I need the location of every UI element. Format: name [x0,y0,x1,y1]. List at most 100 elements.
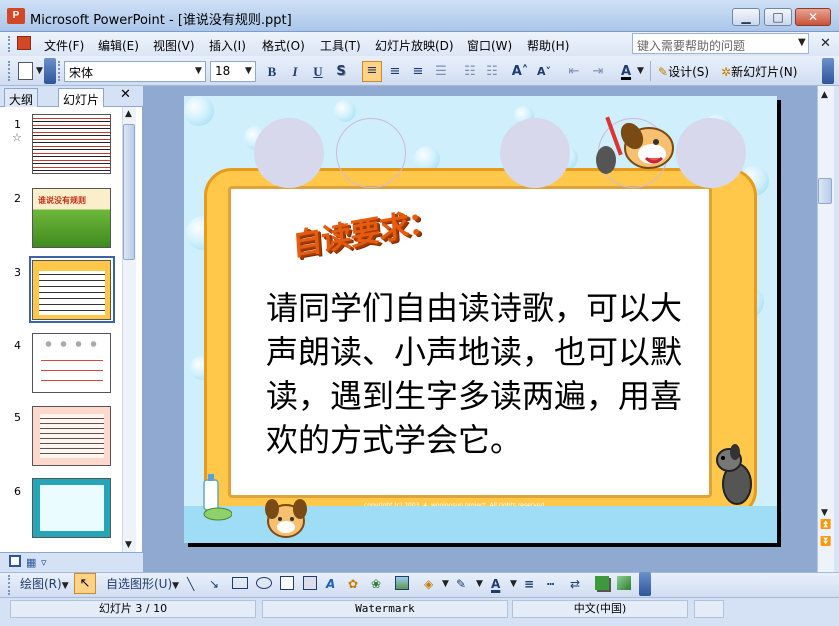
menu-slideshow[interactable]: 幻灯片放映(D) [375,37,454,54]
clipart-icon[interactable]: ❀ [371,575,381,593]
diagram-icon[interactable]: ✿ [348,575,358,593]
maximize-button[interactable]: □ [764,8,792,26]
menu-format[interactable]: 格式(O) [262,37,305,54]
line-color-dropdown-icon[interactable]: ▼ [476,579,483,589]
select-objects-button[interactable]: ↖ [74,573,96,594]
new-dropdown-icon[interactable]: ▼ [36,66,43,76]
shadow-button[interactable]: S [332,63,350,81]
slide-thumbnail-5[interactable] [32,406,111,466]
tab-slides[interactable]: 幻灯片 [58,88,105,107]
menu-insert[interactable]: 插入(I) [209,37,246,54]
slide-thumbnail-1[interactable] [32,114,111,174]
shadow-style-icon[interactable] [595,576,609,590]
menu-window[interactable]: 窗口(W) [467,37,512,54]
scrollbar-thumb[interactable] [818,178,832,204]
font-name-field[interactable]: 宋体 [64,61,206,82]
menu-grip[interactable] [8,36,10,52]
slide-thumbnail-6[interactable] [32,478,111,538]
toolbar-options-icon[interactable] [639,572,651,596]
slide-scrollbar[interactable] [817,86,834,572]
fill-dropdown-icon[interactable]: ▼ [442,579,449,589]
numbering-button[interactable]: ☷ [461,63,479,81]
scrollbar-thumb[interactable] [123,124,135,260]
next-slide-icon[interactable]: ⏬ [820,537,831,547]
rectangle-tool-icon[interactable] [232,577,248,589]
font-color-button[interactable]: A [617,63,635,81]
bullets-icon: ☷ [486,64,498,79]
font-color-dropdown-icon[interactable]: ▼ [637,66,644,76]
line-tool-icon[interactable]: ╲ [187,575,194,593]
minimize-button[interactable]: ▁ [732,8,760,26]
draw-menu-button[interactable]: 绘图(R)▼ [20,575,69,593]
design-label: 设计(S) [668,65,710,79]
3d-style-icon[interactable] [617,576,631,590]
bold-button[interactable]: B [263,63,281,81]
slide-body-text[interactable]: 请同学们自由读诗歌，可以大声朗读、小声地读，也可以默读，遇到生字多读两遍，用喜欢… [266,286,686,462]
scroll-down-icon[interactable]: ▼ [125,540,132,550]
thumbnail-content [40,485,104,531]
help-search-input[interactable]: 键入需要帮助的问题 [632,33,809,54]
close-button[interactable]: ✕ [795,8,831,26]
slideshow-icon[interactable]: ▿ [41,556,47,569]
justify-button[interactable]: ☰ [432,63,450,81]
line-style-icon[interactable]: ≡ [524,575,534,593]
draw-font-color-icon[interactable]: A [491,575,500,593]
wordart-icon[interactable]: A [326,575,335,593]
toolbar-options-icon[interactable] [822,58,834,84]
help-dropdown-icon[interactable]: ▼ [798,37,806,48]
arrow-tool-icon[interactable]: ↘ [209,575,219,593]
new-document-icon[interactable] [18,62,33,80]
font-dropdown-icon[interactable]: ▼ [195,66,202,76]
decrease-indent-button[interactable]: ⇤ [565,63,583,81]
toolbar-separator [650,61,652,81]
document-close-icon[interactable]: ✕ [820,36,831,51]
pane-close-icon[interactable]: ✕ [120,87,131,102]
normal-view-icon[interactable] [9,555,21,567]
toolbar-grip[interactable] [58,61,61,81]
design-template-name[interactable]: Watermark [262,600,508,618]
slide-thumbnail-2[interactable]: 谁说没有规则 [32,188,111,248]
vertical-textbox-icon[interactable] [303,576,317,590]
align-left-button[interactable]: ≡ [362,61,382,82]
slide-thumbnail-4[interactable] [32,333,111,393]
menu-help[interactable]: 帮助(H) [527,37,569,54]
italic-button[interactable]: I [286,63,304,81]
line-color-icon[interactable]: ✎ [456,575,466,593]
tab-outline[interactable]: 大纲 [4,88,39,107]
document-icon[interactable] [17,36,31,50]
dash-style-icon[interactable]: ┅ [547,575,554,593]
textbox-tool-icon[interactable] [280,576,294,590]
scroll-up-icon[interactable]: ▲ [125,109,132,119]
autoshapes-menu-button[interactable]: 自选图形(U)▼ [106,575,179,593]
slide-thumbnail-3[interactable] [32,260,111,320]
align-center-button[interactable]: ≡ [386,63,404,81]
fill-color-icon[interactable]: ◈ [424,575,433,593]
previous-slide-icon[interactable]: ⏫ [820,520,831,530]
increase-font-button[interactable]: A˄ [511,63,529,81]
new-slide-button[interactable]: ✲新幻灯片(N) [721,63,797,80]
increase-indent-button[interactable]: ⇥ [589,63,607,81]
decrease-font-button[interactable]: A˅ [535,63,553,81]
current-slide[interactable]: 自读要求： 请同学们自由读诗歌，可以大声朗读、小声地读，也可以默读，遇到生字多读… [184,96,777,543]
underline-button[interactable]: U [309,63,327,81]
menu-tools[interactable]: 工具(T) [320,37,361,54]
size-dropdown-icon[interactable]: ▼ [245,66,252,76]
slide-sorter-icon[interactable]: ▦ [26,556,36,569]
powerpoint-app-icon[interactable]: P [7,8,25,24]
align-right-button[interactable]: ≡ [409,63,427,81]
toolbar-grip[interactable] [8,575,11,595]
menu-file[interactable]: 文件(F) [44,37,84,54]
toolbar-grip[interactable] [8,61,11,81]
menu-view[interactable]: 视图(V) [153,37,195,54]
design-button[interactable]: ✎设计(S) [658,63,709,80]
picture-icon[interactable] [395,576,409,590]
oval-tool-icon[interactable] [256,577,272,589]
scroll-up-icon[interactable]: ▲ [821,90,828,100]
arrow-style-icon[interactable]: ⇄ [570,575,580,593]
window-title: Microsoft PowerPoint - [谁说没有规则.ppt] [30,13,292,28]
menu-edit[interactable]: 编辑(E) [98,37,139,54]
font-color-dropdown-icon[interactable]: ▼ [510,579,517,589]
bullets-button[interactable]: ☷ [483,63,501,81]
scroll-down-icon[interactable]: ▼ [821,508,828,518]
toolbar-options-icon[interactable] [44,58,56,84]
